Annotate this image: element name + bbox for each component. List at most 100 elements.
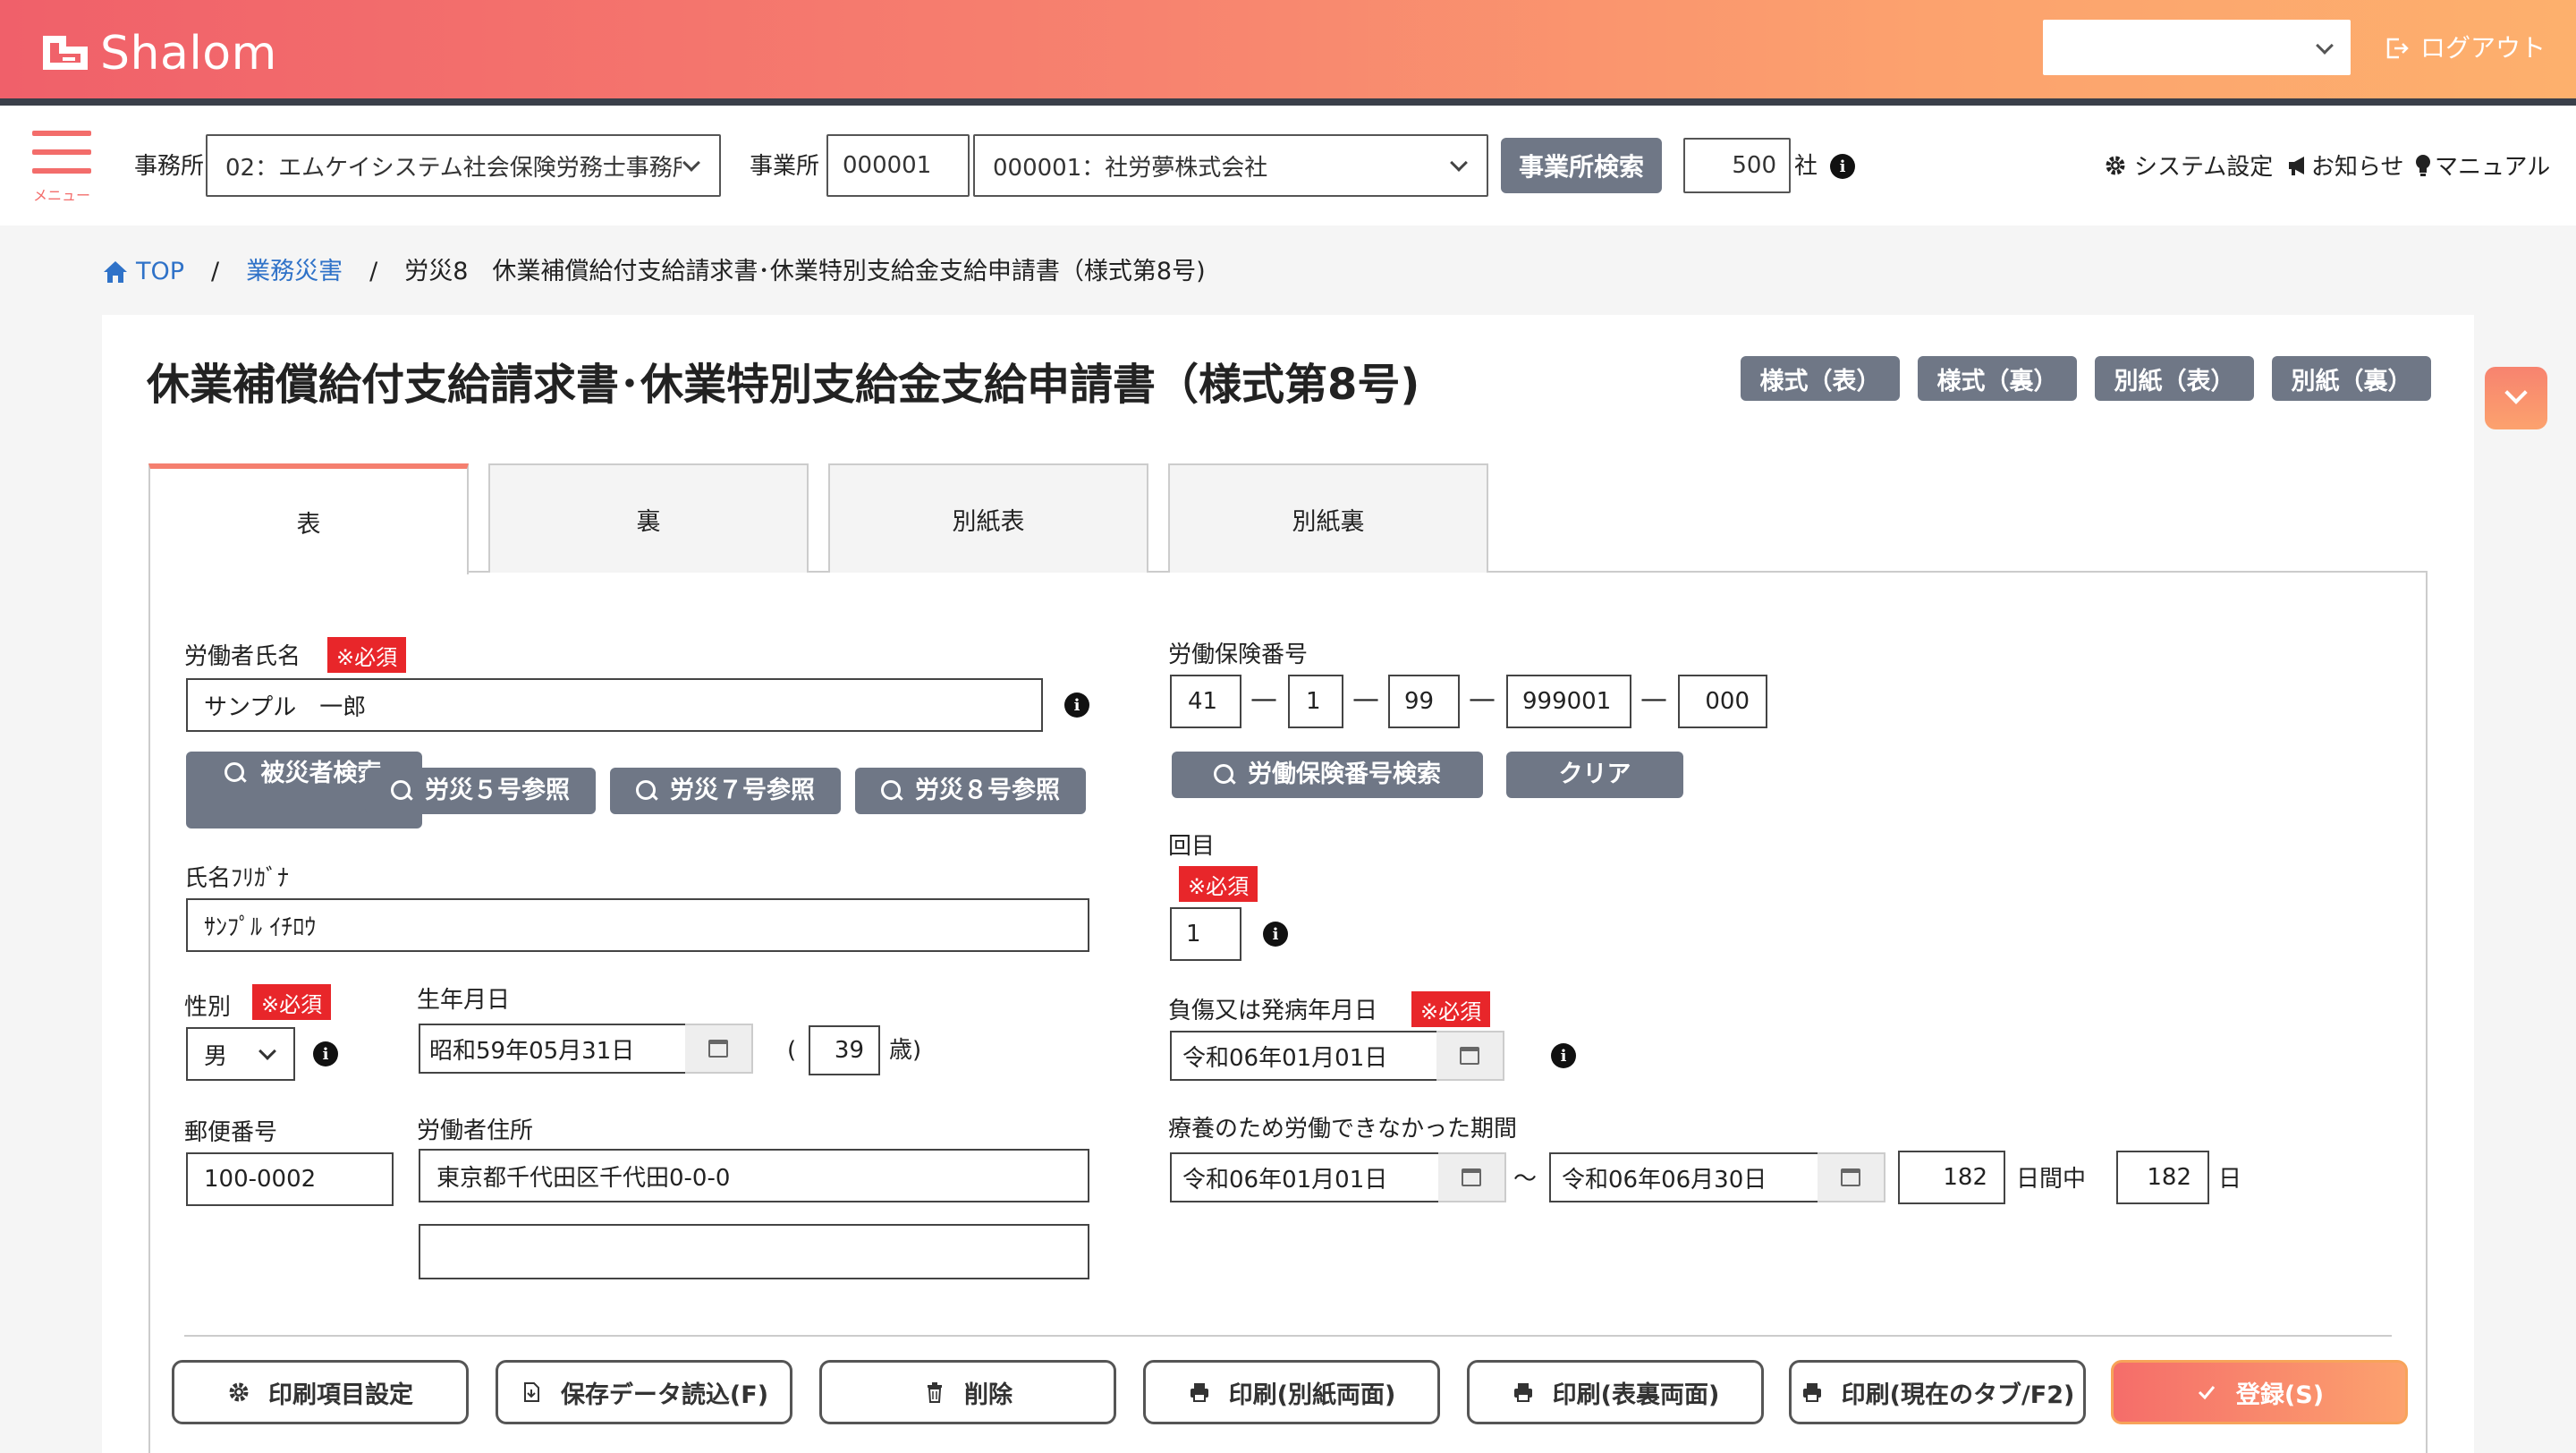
tab-attachment-front[interactable]: 別紙表	[828, 463, 1148, 573]
address-input-2[interactable]	[419, 1224, 1089, 1279]
print-current-tab-button[interactable]: 印刷(現在のタブ/F2)	[1789, 1360, 2086, 1424]
search-icon	[881, 780, 902, 802]
insurance-number-part1[interactable]: 41	[1170, 675, 1241, 728]
calendar-icon[interactable]	[1818, 1152, 1885, 1202]
breadcrumb-top[interactable]: TOP	[136, 254, 184, 290]
check-icon	[2198, 1386, 2216, 1400]
menu-label: メニュー	[32, 187, 90, 204]
injury-date-input[interactable]: 令和06年01月01日	[1170, 1031, 1438, 1081]
required-badge: ※必須	[252, 984, 332, 1020]
trash-icon	[928, 1382, 942, 1403]
tab-back[interactable]: 裏	[488, 463, 809, 573]
search-icon	[225, 762, 246, 784]
ref-form5-button[interactable]: 労災５号参照	[365, 768, 596, 814]
printer-icon	[1802, 1383, 1821, 1402]
dash-separator: —	[1469, 684, 1496, 715]
business-search-button[interactable]: 事業所検索	[1501, 138, 1662, 193]
ref-form8-button[interactable]: 労災８号参照	[855, 768, 1086, 814]
news-link[interactable]: お知らせ	[2286, 149, 2403, 182]
register-button[interactable]: 登録(S)	[2111, 1360, 2408, 1424]
search-icon	[1214, 764, 1235, 786]
age-open-paren: (	[787, 1037, 797, 1064]
info-icon[interactable]: i	[1551, 1043, 1576, 1068]
period-tilde: ～	[1513, 1166, 1538, 1193]
info-icon[interactable]: i	[1830, 154, 1855, 179]
business-label: 事業所	[750, 153, 820, 180]
days-unit: 日間中	[2016, 1166, 2087, 1193]
worker-name-label: 労働者氏名	[184, 643, 301, 670]
shalom-logo-icon	[43, 36, 88, 70]
gender-select[interactable]: 男	[186, 1027, 295, 1081]
worker-name-input[interactable]: サンプル 一郎	[186, 678, 1043, 732]
insurance-number-part3[interactable]: 99	[1388, 675, 1460, 728]
breadcrumb: TOP / 業務災害 / 労災8 休業補償給付支給請求書･休業特別支給金支給申請…	[102, 254, 1206, 290]
calendar-icon[interactable]	[685, 1024, 753, 1074]
days-total-unit: 日	[2218, 1166, 2242, 1193]
format-front-button[interactable]: 様式（表）	[1741, 356, 1900, 401]
page-title: 休業補償給付支給請求書･休業特別支給金支給申請書（様式第8号)	[147, 360, 1420, 410]
info-icon[interactable]: i	[1064, 693, 1089, 718]
period-to-input[interactable]: 令和06年06月30日	[1549, 1152, 1819, 1202]
calendar-icon[interactable]	[1438, 1152, 1506, 1202]
printer-icon	[1513, 1383, 1532, 1402]
system-settings-link[interactable]: システム設定	[2104, 149, 2273, 182]
gear-icon	[2106, 156, 2125, 174]
info-icon[interactable]: i	[1263, 922, 1288, 947]
gender-label: 性別	[184, 994, 232, 1021]
scroll-down-button[interactable]	[2485, 367, 2547, 429]
tab-front[interactable]: 表	[148, 463, 469, 574]
required-badge: ※必須	[327, 637, 407, 673]
postal-input[interactable]: 100-0002	[186, 1152, 394, 1206]
business-select[interactable]: 000001：社労夢株式会社	[973, 134, 1488, 197]
company-count: 500	[1683, 138, 1791, 193]
logout-link[interactable]: ログアウト	[2385, 30, 2546, 66]
kana-input[interactable]: ｻﾝﾌﾟﾙ ｲﾁﾛｳ	[186, 898, 1089, 952]
calendar-icon[interactable]	[1436, 1031, 1504, 1081]
app-logo[interactable]: Shalom	[100, 25, 277, 82]
office-select[interactable]: 02：エムケイシステム社会保険労務士事務所	[206, 134, 721, 197]
insurance-number-part2[interactable]: 1	[1288, 675, 1343, 728]
format-back-button[interactable]: 様式（裏）	[1918, 356, 2077, 401]
info-icon[interactable]: i	[313, 1041, 338, 1066]
chevron-down-icon	[258, 1042, 276, 1060]
print-settings-button[interactable]: 印刷項目設定	[172, 1360, 469, 1424]
business-code-input[interactable]: 000001	[826, 134, 970, 197]
clear-button[interactable]: クリア	[1506, 752, 1683, 798]
company-count-unit: 社	[1794, 153, 1818, 180]
print-front-back-button[interactable]: 印刷(表裏両面)	[1467, 1360, 1764, 1424]
manual-link[interactable]: マニュアル	[2413, 149, 2550, 182]
chevron-down-icon	[1450, 154, 1468, 172]
menu-button[interactable]: メニュー	[32, 131, 91, 205]
logout-icon	[2386, 38, 2409, 59]
attachment-back-button[interactable]: 別紙（裏）	[2272, 356, 2431, 401]
days-total-input[interactable]: 182	[2116, 1151, 2209, 1204]
times-input[interactable]: 1	[1170, 907, 1241, 961]
insurance-number-part5[interactable]: 000	[1678, 675, 1767, 728]
insurance-number-search-button[interactable]: 労働保険番号検索	[1172, 752, 1483, 798]
home-icon	[104, 261, 127, 283]
megaphone-icon	[2289, 156, 2304, 175]
hamburger-icon	[32, 131, 91, 136]
gear-icon	[229, 1382, 249, 1402]
period-from-input[interactable]: 令和06年01月01日	[1170, 1152, 1440, 1202]
ref-form7-button[interactable]: 労災７号参照	[610, 768, 841, 814]
delete-button[interactable]: 削除	[819, 1360, 1116, 1424]
breadcrumb-category[interactable]: 業務災害	[246, 254, 343, 290]
required-badge: ※必須	[1411, 991, 1491, 1027]
age-input[interactable]: 39	[809, 1025, 880, 1075]
days-input[interactable]: 182	[1898, 1151, 2005, 1204]
address-input-1[interactable]: 東京都千代田区千代田0-0-0	[419, 1149, 1089, 1202]
print-attachment-both-button[interactable]: 印刷(別紙両面)	[1143, 1360, 1440, 1424]
dash-separator: —	[1250, 684, 1277, 715]
postal-label: 郵便番号	[184, 1119, 278, 1146]
form-divider	[184, 1335, 2392, 1337]
tab-attachment-back[interactable]: 別紙裏	[1168, 463, 1488, 573]
insurance-number-part4[interactable]: 999001	[1506, 675, 1631, 728]
birth-date-input[interactable]: 昭和59年05月31日	[419, 1024, 687, 1074]
office-label: 事務所	[134, 153, 205, 180]
attachment-front-button[interactable]: 別紙（表）	[2095, 356, 2254, 401]
header-select[interactable]	[2043, 20, 2351, 75]
breadcrumb-current: 労災8 休業補償給付支給請求書･休業特別支給金支給申請書（様式第8号)	[404, 258, 1206, 285]
printer-icon	[1190, 1383, 1208, 1402]
load-saved-data-button[interactable]: 保存データ読込(F)	[496, 1360, 792, 1424]
